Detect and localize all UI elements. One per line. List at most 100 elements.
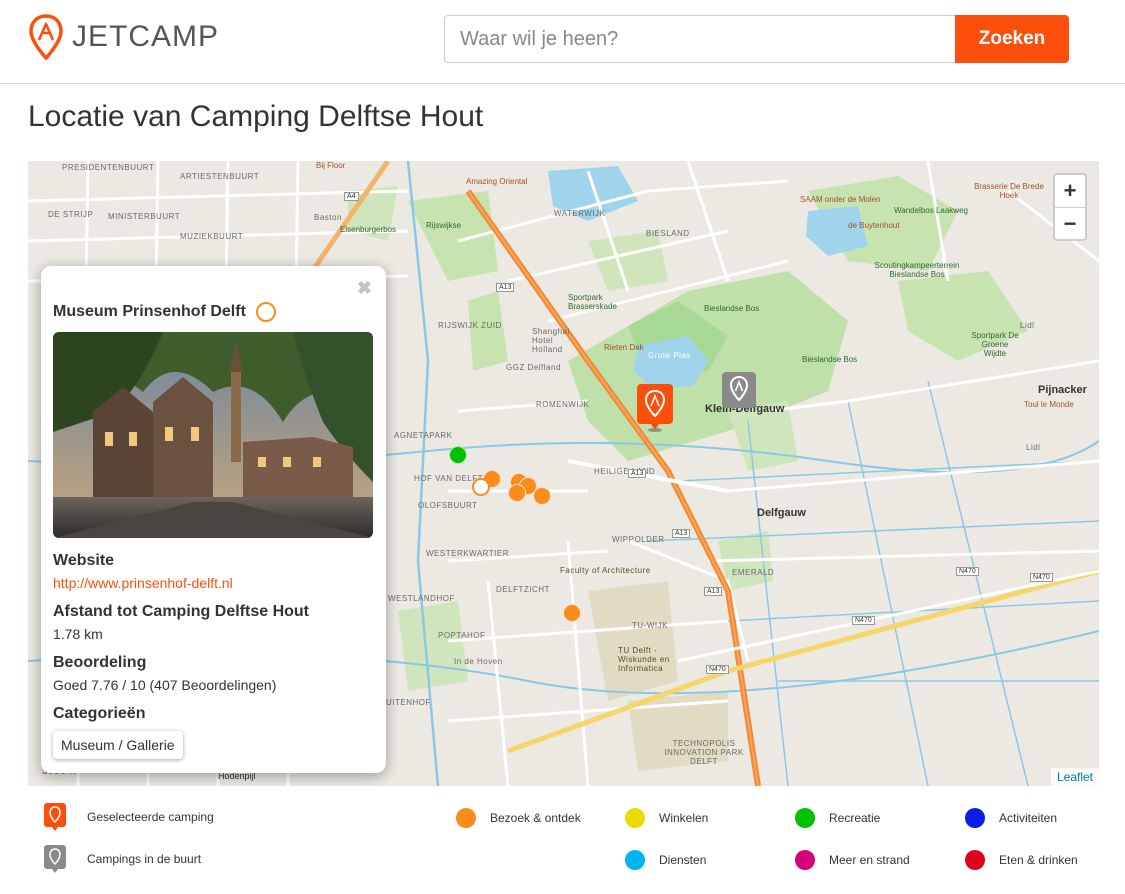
road-shield: N470	[956, 567, 979, 576]
map-label-westlandhof: WESTLANDHOF	[388, 594, 455, 603]
map-label-emerald: EMERALD	[732, 568, 775, 577]
nearby-camping-icon	[44, 845, 66, 873]
distance-value: 1.78 km	[53, 626, 103, 642]
legend-label: Recreatie	[829, 811, 881, 825]
bezoek-category-icon	[255, 302, 276, 322]
legend-item-nearby: Campings in de buurt	[43, 844, 201, 874]
popup-close-button[interactable]: ✖	[357, 278, 372, 299]
map-label-scouting: Scoutingkampeerterrein Bieslandse Bos	[874, 261, 960, 279]
legend-item-meer-strand: Meer en strand	[795, 850, 910, 870]
legend-label: Activiteiten	[999, 811, 1058, 825]
map-label-technopolis: TECHNOPOLIS INNOVATION PARK DELFT	[664, 739, 744, 766]
legend-label: Campings in de buurt	[87, 852, 202, 866]
logo-pin-icon	[29, 14, 63, 60]
map-label-ministerbuurt: MINISTERBUURT	[108, 212, 181, 221]
map-label-muziekbuurt: MUZIEKBUURT	[180, 232, 244, 241]
map-label-tu-delft: TU Delft - Wiskunde en Informatica	[618, 646, 670, 673]
search-bar: Zoeken	[444, 15, 1069, 63]
legend-item-selected: Geselecteerde camping	[43, 802, 214, 832]
road-shield: N470	[852, 616, 875, 625]
distance-heading: Afstand tot Camping Delftse Hout	[53, 603, 309, 620]
map-label-bieslandse-bos: Bieslandse Bos	[704, 304, 760, 313]
map-label-saam: SAAM onder de Molen	[800, 195, 881, 204]
map-label-buytenhout: de Buytenhout	[848, 221, 900, 230]
eten-dot-icon	[965, 850, 985, 870]
map-label-toul-le-monde: Toul le Monde	[1024, 400, 1074, 409]
map-label-romenwijk: ROMENWIJK	[536, 400, 590, 409]
poi-marker-bezoek[interactable]	[533, 487, 551, 505]
zoom-in-button[interactable]: +	[1055, 175, 1085, 207]
legend-item-winkelen: Winkelen	[625, 808, 708, 828]
road-shield: N470	[706, 665, 729, 674]
diensten-dot-icon	[625, 850, 645, 870]
search-input[interactable]	[444, 15, 955, 63]
poi-marker-recreatie[interactable]	[449, 446, 467, 464]
map-label-de-strijp: DE STRIJP	[48, 210, 94, 219]
nearby-camping-pin-icon[interactable]	[721, 371, 757, 411]
road-shield: A13	[628, 469, 647, 478]
jetcamp-logo[interactable]: JETCAMP	[28, 14, 219, 60]
road-shield: A13	[704, 587, 723, 596]
map-label-sportpark: Sportpark Brasserskade	[568, 293, 617, 311]
selected-camping-icon	[44, 803, 66, 831]
popup-title-row: Museum Prinsenhof Delft	[53, 302, 374, 322]
poi-marker-bezoek[interactable]	[508, 484, 526, 502]
popup-title: Museum Prinsenhof Delft	[53, 303, 246, 320]
map-label-lidl: Lidl	[1020, 321, 1035, 330]
bezoek-dot-icon	[456, 808, 476, 828]
map-label-amazing-oriental: Amazing Oriental	[466, 177, 528, 186]
rating-heading: Beoordeling	[53, 654, 147, 671]
category-tag[interactable]: Museum / Gallerie	[53, 731, 183, 759]
poi-marker-selected[interactable]	[472, 478, 490, 496]
map-label-artiestenbuurt: ARTIESTENBUURT	[180, 172, 260, 181]
map-label-rijswijk-zuid: RIJSWIJK ZUID	[438, 321, 502, 330]
popup-photo	[53, 332, 373, 538]
legend-item-activiteiten: Activiteiten	[965, 808, 1057, 828]
legend-label: Winkelen	[659, 811, 709, 825]
map-label-presidentenbuurt: PRESIDENTENBUURT	[62, 163, 155, 172]
map-label-wandelbos: Wandelbos Laakweg	[894, 206, 968, 215]
logo-text: JETCAMP	[72, 20, 220, 53]
legend-item-eten: Eten & drinken	[965, 850, 1078, 870]
legend-label: Eten & drinken	[999, 853, 1078, 867]
map-label-westerkwartier: WESTERKWARTIER	[426, 549, 510, 558]
road-shield: A13	[496, 283, 515, 292]
poi-popup: ✖ Museum Prinsenhof Delft Website http:/…	[41, 266, 386, 773]
legend-label: Geselecteerde camping	[87, 810, 214, 824]
map-label-tu-wijk: TU-WIJK	[632, 621, 668, 630]
website-heading: Website	[53, 552, 115, 569]
road-shield: N470	[1030, 573, 1053, 582]
website-link[interactable]: http://www.prinsenhof-delft.nl	[53, 575, 374, 591]
map-label-poptahof: POPTAHOF	[438, 631, 486, 640]
map-label-ggz: GGZ Delfland	[506, 363, 561, 372]
recreatie-dot-icon	[795, 808, 815, 828]
legend-item-diensten	[456, 850, 490, 870]
meer-strand-dot-icon	[795, 850, 815, 870]
winkelen-dot-icon	[625, 808, 645, 828]
map-label-delfgauw: Delfgauw	[757, 507, 806, 519]
map-label-uitenhof: UITENHOF	[386, 698, 431, 707]
legend-item-diensten: Diensten	[625, 850, 706, 870]
map[interactable]: PRESIDENTENBUURT ARTIESTENBUURT DE STRIJ…	[28, 161, 1099, 786]
selected-camping-pin-icon[interactable]	[636, 383, 674, 433]
map-label-rieten-dak: Rieten Dak	[604, 343, 644, 352]
map-label-bij-floor: Bij Floor	[316, 161, 346, 170]
zoom-control: + −	[1053, 173, 1087, 241]
map-label-baston: Baston	[314, 213, 342, 222]
zoom-out-button[interactable]: −	[1055, 207, 1085, 239]
museum-photo-image	[53, 332, 373, 538]
map-label-rijswijkse: Rijswijkse	[426, 221, 462, 230]
map-label-grote-plas: Grote Plas	[648, 351, 691, 360]
leaflet-attribution-link[interactable]: Leaflet	[1050, 768, 1099, 786]
map-label-lidl-2: Lidl	[1026, 443, 1041, 452]
map-legend: Geselecteerde camping Campings in de buu…	[0, 796, 1125, 894]
search-button[interactable]: Zoeken	[955, 15, 1069, 63]
map-label-pijnacker: Pijnacker	[1038, 384, 1087, 396]
map-label-agnetapark: AGNETAPARK	[394, 431, 453, 440]
poi-marker-bezoek[interactable]	[563, 604, 581, 622]
page-title: Locatie van Camping Delftse Hout	[28, 100, 484, 133]
map-label-elsenburgerbos: Elsenburgerbos	[340, 225, 397, 234]
map-label-waterwijk: WATERWIJK	[554, 209, 606, 218]
map-label-faculty: Faculty of Architecture	[560, 566, 651, 575]
map-label-biesland: BIESLAND	[646, 229, 690, 238]
